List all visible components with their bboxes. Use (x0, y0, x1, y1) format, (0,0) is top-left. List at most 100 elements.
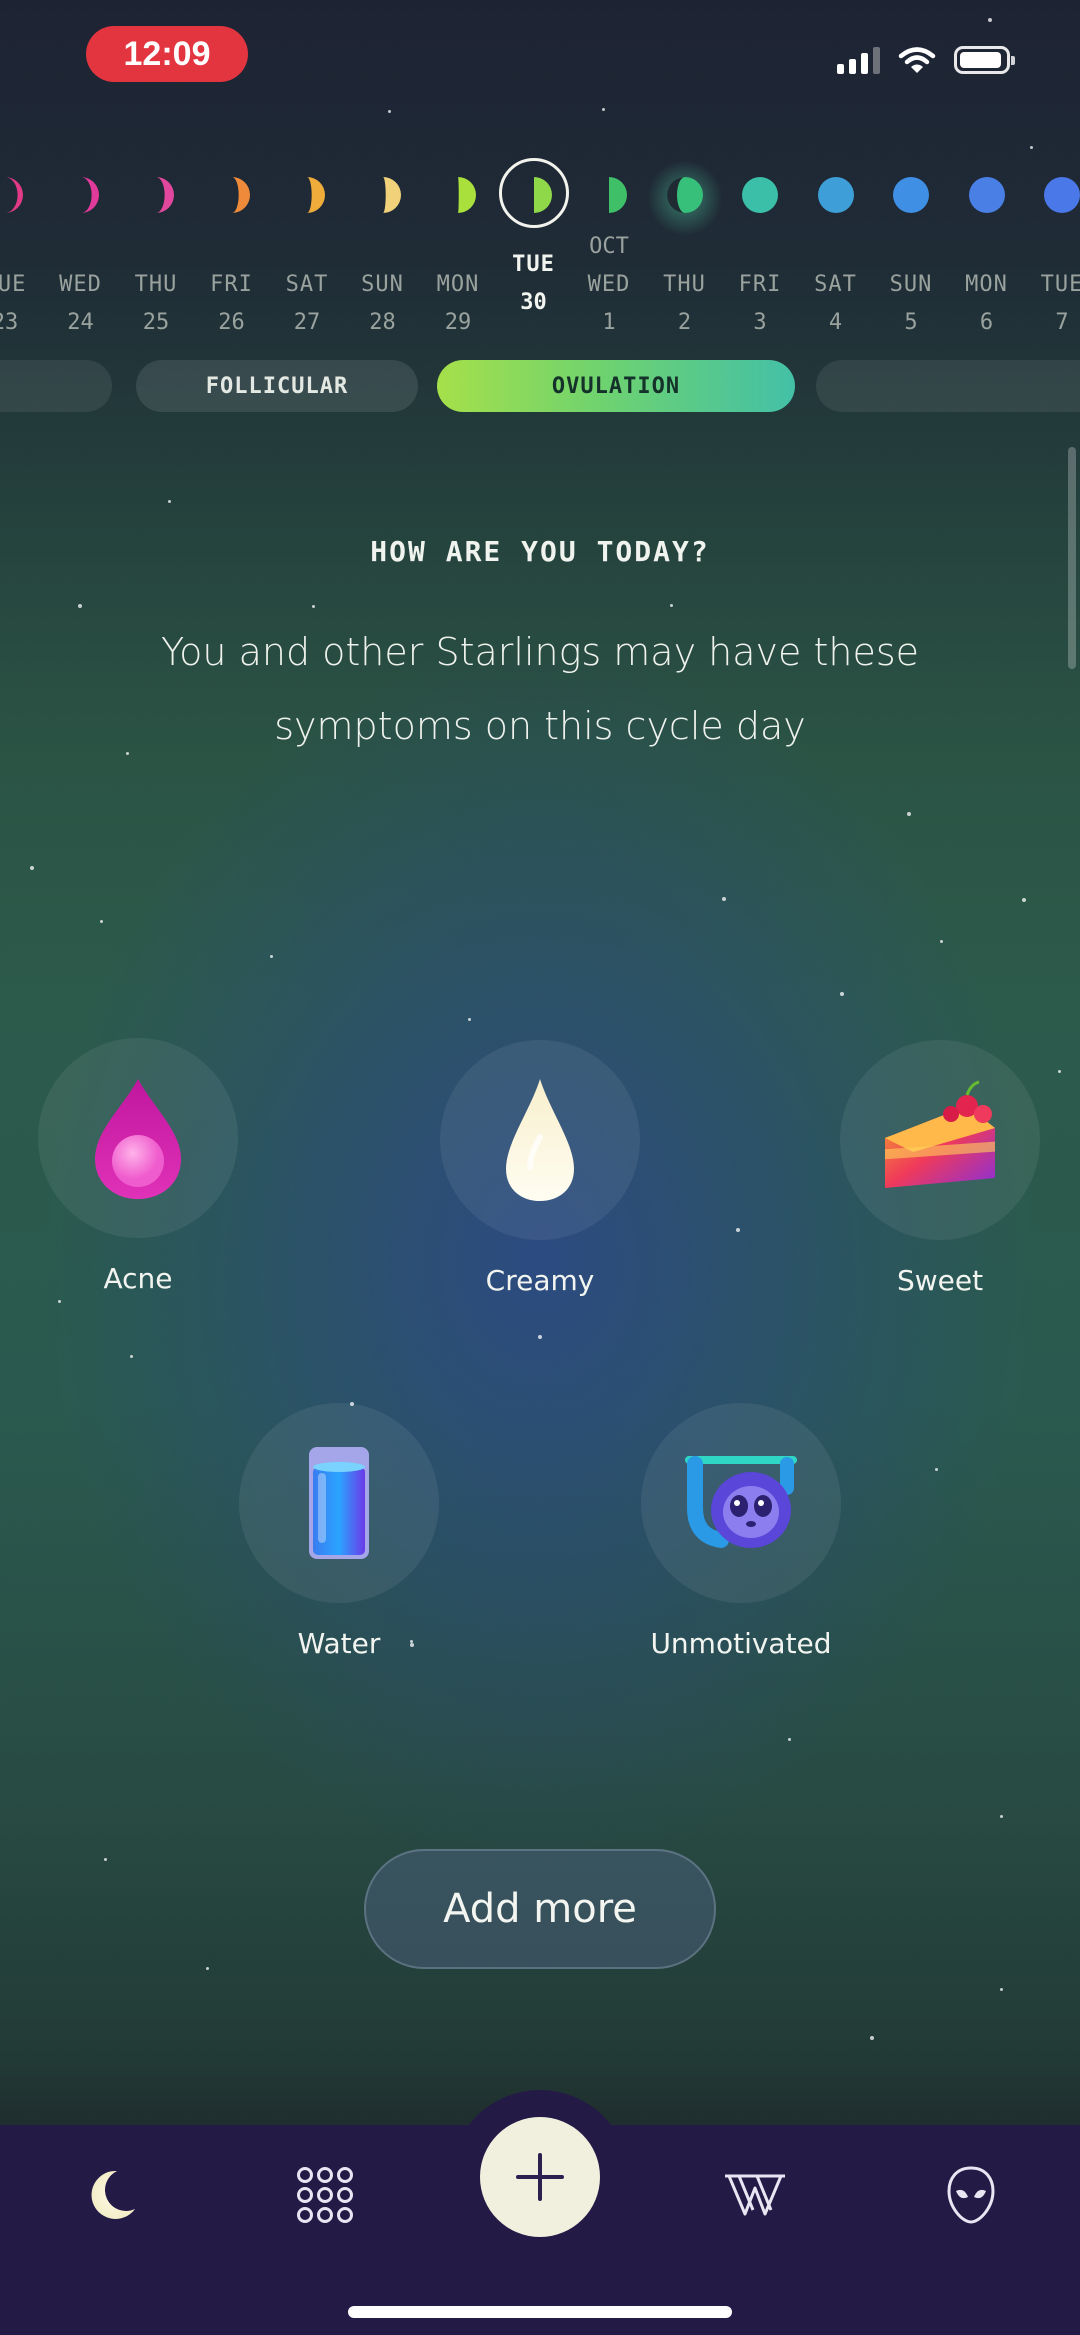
calendar-day-of-week: TUE (0, 272, 27, 297)
wiki-icon (725, 2174, 785, 2216)
moon-phase-icon (891, 175, 931, 215)
acne-drop-icon (95, 1079, 181, 1199)
calendar-day-of-week: SUN (889, 272, 933, 297)
calendar-day-of-week: SAT (285, 272, 329, 297)
moon-phase-icon (0, 175, 25, 215)
calendar-day-number: 5 (904, 310, 918, 335)
symptom-sweet[interactable]: Sweet (810, 1040, 1070, 1297)
alien-icon (947, 2166, 995, 2224)
symptom-label: Creamy (485, 1264, 595, 1297)
calendar-day[interactable]: THU 25 (116, 150, 196, 350)
calendar-day[interactable]: SAT 4 (796, 150, 876, 350)
symptom-label: Acne (103, 1262, 173, 1295)
moon-phase-icon (967, 175, 1007, 215)
calendar-day-number: 23 (0, 310, 19, 335)
nav-cycle-tab[interactable] (76, 2160, 146, 2230)
battery-icon (954, 46, 1015, 74)
calendar-day-number: 27 (293, 310, 321, 335)
symptom-icon-circle (840, 1040, 1040, 1240)
symptom-label: Sweet (896, 1264, 984, 1297)
cycle-calendar-strip: TUE23WED24THU25FRI26SAT27SUN28MON29TUE30… (0, 150, 1080, 350)
moon-phase-icon (665, 175, 705, 215)
calendar-day-of-week: WED (587, 272, 631, 297)
calendar-day-number: 1 (602, 310, 616, 335)
moon-phase-icon (740, 175, 780, 215)
symptom-icon-circle (641, 1403, 841, 1603)
phase-pill-ovulation[interactable]: OVULATION (437, 360, 795, 412)
moon-phase-icon (438, 175, 478, 215)
symptom-icon-circle (239, 1403, 439, 1603)
nav-profile-tab[interactable] (936, 2160, 1006, 2230)
calendar-day[interactable]: WED 24 (41, 150, 121, 350)
phase-pill-next[interactable] (816, 360, 1080, 412)
calendar-day-number: 7 (1055, 310, 1069, 335)
cake-slice-icon (885, 1080, 995, 1188)
calendar-day[interactable]: MON 29 (418, 150, 498, 350)
moon-phase-icon (287, 175, 327, 215)
calendar-day[interactable]: SAT 27 (267, 150, 347, 350)
calendar-day-number: 6 (979, 310, 994, 335)
calendar-day[interactable]: FRI 3 (720, 150, 800, 350)
calendar-day[interactable]: OCT WED 1 (569, 150, 649, 350)
nav-grid-tab[interactable] (290, 2160, 360, 2230)
symptom-water[interactable]: Water (209, 1403, 469, 1660)
moon-phase-icon (816, 175, 856, 215)
moon-phase-icon (212, 175, 252, 215)
calendar-day[interactable]: SUN 28 (343, 150, 423, 350)
month-label: OCT (589, 234, 629, 259)
calendar-day-number: 4 (828, 310, 843, 335)
calendar-day-number: 28 (369, 310, 396, 335)
calendar-day-of-week: MON (436, 272, 480, 297)
symptom-label: Water (297, 1627, 381, 1660)
calendar-day-number: 3 (753, 310, 767, 335)
question-subtitle: You and other Starlings may have these s… (161, 630, 919, 748)
symptom-label: Unmotivated (650, 1627, 832, 1660)
water-glass-icon (309, 1447, 369, 1559)
moon-phase-icon (589, 175, 629, 215)
phase-pill-follicular[interactable]: FOLLICULAR (136, 360, 418, 412)
calendar-day[interactable]: FRI 26 (192, 150, 272, 350)
symptom-creamy[interactable]: Creamy (410, 1040, 670, 1297)
calendar-day-of-week: THU (663, 272, 706, 297)
home-indicator (348, 2306, 732, 2318)
sloth-icon (685, 1456, 797, 1548)
moon-phase-icon (514, 175, 554, 215)
calendar-day-of-week: SAT (814, 272, 857, 297)
symptom-icon-circle (38, 1038, 238, 1238)
status-icons (837, 40, 1015, 80)
calendar-day-of-week: WED (59, 272, 102, 297)
wifi-icon (898, 47, 936, 73)
calendar-day-number: 29 (444, 310, 472, 335)
calendar-day-of-week: MON (965, 272, 1008, 297)
calendar-day-number: 2 (677, 310, 692, 335)
calendar-day[interactable]: MON 6 (947, 150, 1027, 350)
calendar-day-of-week: TUE (512, 252, 555, 277)
calendar-day-of-week: SUN (361, 272, 404, 297)
calendar-day[interactable]: SUN 5 (871, 150, 951, 350)
calendar-day-number: 26 (218, 310, 245, 335)
calendar-day-of-week: THU (134, 272, 178, 297)
nav-wiki-tab[interactable] (720, 2160, 790, 2230)
phase-pill-previous[interactable] (0, 360, 112, 412)
symptom-icon-circle (440, 1040, 640, 1240)
moon-icon (91, 2170, 135, 2219)
add-more-button[interactable]: Add more (364, 1849, 716, 1969)
calendar-day[interactable]: THU 2 (645, 150, 725, 350)
calendar-day-of-week: TUE (1040, 272, 1080, 297)
calendar-day[interactable]: TUE 7 (1022, 150, 1080, 350)
calendar-day-of-week: FRI (210, 272, 253, 297)
symptom-acne[interactable]: Acne (8, 1038, 268, 1295)
calendar-day[interactable]: TUE 23 (0, 150, 45, 350)
cellular-signal-icon (837, 46, 880, 74)
question-title: HOW ARE YOU TODAY? (370, 535, 710, 568)
grid-icon (297, 2167, 353, 2223)
creamy-drop-icon (506, 1079, 574, 1201)
calendar-day[interactable]: TUE 30 (494, 150, 574, 350)
calendar-day-number: 24 (67, 310, 94, 335)
symptom-unmotivated[interactable]: Unmotivated (611, 1403, 871, 1660)
calendar-day-number: 30 (520, 290, 547, 315)
moon-phase-icon (61, 175, 101, 215)
nav-add-button[interactable] (480, 2117, 600, 2237)
status-time: 12:09 (86, 26, 248, 82)
plus-icon (516, 2153, 564, 2201)
